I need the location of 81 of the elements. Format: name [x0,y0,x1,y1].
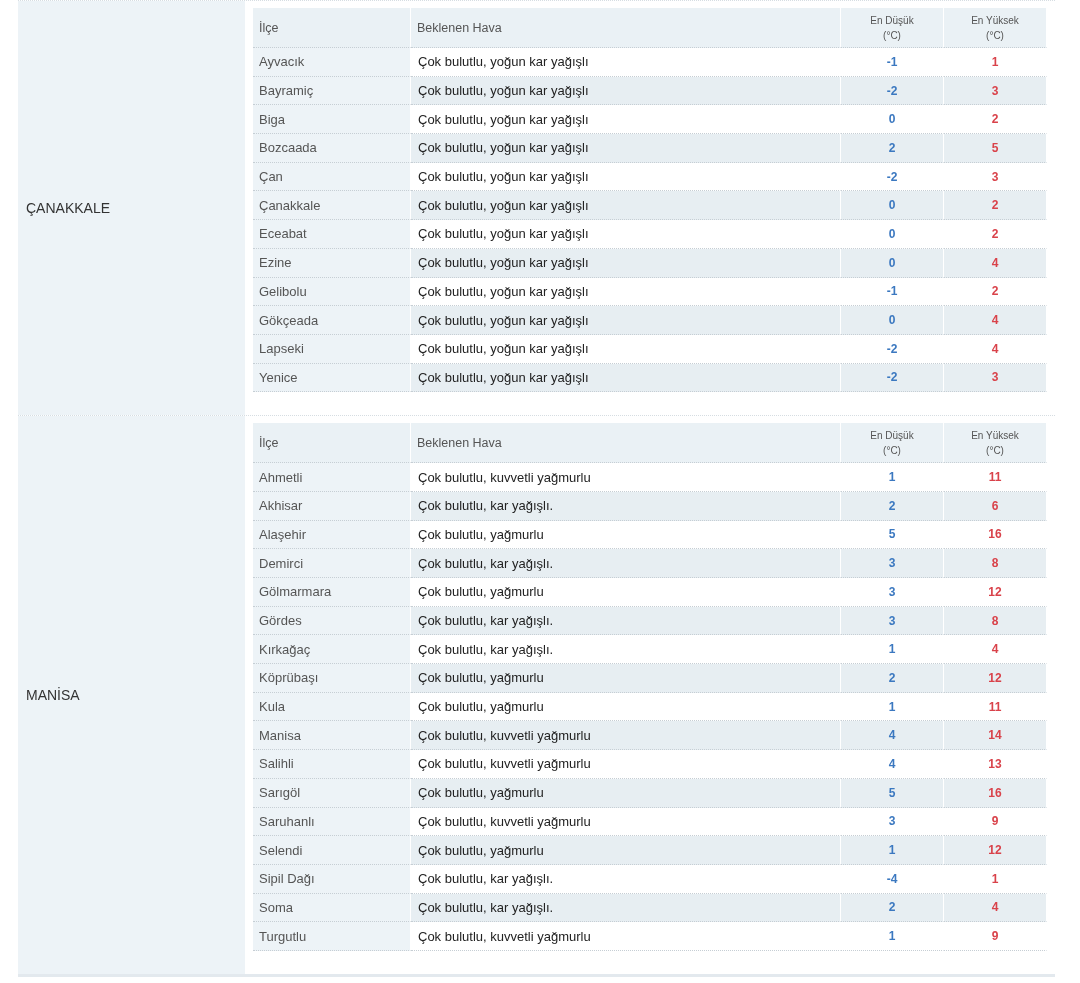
table-cell: 5 [944,134,1047,163]
column-header: Beklenen Hava [411,423,841,464]
table-cell: Köprübaşı [253,664,411,693]
table-cell: Çok bulutlu, yoğun kar yağışlı [411,76,841,106]
table-cell: 6 [944,491,1047,521]
table-cell: -2 [841,76,944,106]
table-cell: Çok bulutlu, yoğun kar yağışlı [411,248,841,278]
table-cell: 16 [944,778,1047,808]
table-cell: Gördes [253,606,411,636]
table-cell: Sipil Dağı [253,864,411,894]
table-cell: Bozcaada [253,134,411,163]
table-cell: Biga [253,105,411,135]
column-header: İlçe [253,8,411,48]
table-cell: Ayvacık [253,48,411,77]
table-cell: Çok bulutlu, kar yağışlı. [411,606,841,636]
table-cell: Çan [253,162,411,192]
table-cell: 5 [841,778,944,808]
table-cell: Çok bulutlu, kuvvetli yağmurlu [411,721,841,751]
table-cell: 4 [944,893,1047,923]
table-cell: Çok bulutlu, yoğun kar yağışlı [411,363,841,393]
table-cell: 1 [841,836,944,865]
table-cell: Turgutlu [253,922,411,951]
table-cell: Selendi [253,836,411,865]
table-cell: Çok bulutlu, kar yağışlı. [411,893,841,923]
column-header: İlçe [253,423,411,464]
table-cell: Demirci [253,549,411,578]
table-cell: 2 [841,664,944,693]
table-cell: 0 [841,248,944,278]
column-header: En Düşük (°C) [841,8,944,48]
table-cell: Ahmetli [253,463,411,492]
table-cell: Saruhanlı [253,807,411,837]
table-cell: 0 [841,306,944,335]
table-cell: 2 [841,893,944,923]
table-cell: Bayramiç [253,76,411,106]
table-cell: Salihli [253,750,411,779]
table-cell: Kırkağaç [253,635,411,665]
province-cell: MANİSA [18,416,245,974]
table-cell: 4 [944,248,1047,278]
table-cell: Soma [253,893,411,923]
table-cell: 0 [841,191,944,221]
table-cell: Akhisar [253,491,411,521]
table-cell: Gölmarmara [253,578,411,607]
table-cell: Çok bulutlu, yoğun kar yağışlı [411,191,841,221]
table-cell: 3 [841,606,944,636]
table-cell: 2 [841,491,944,521]
table-cell: Çanakkale [253,191,411,221]
table-cell: 12 [944,836,1047,865]
table-cell: Gelibolu [253,277,411,307]
column-header: En Yüksek (°C) [944,8,1047,48]
table-cell: -2 [841,363,944,393]
table-cell: Çok bulutlu, yoğun kar yağışlı [411,306,841,335]
table-cell: 4 [841,721,944,751]
table-cell: 4 [944,306,1047,335]
table-cell: 3 [944,76,1047,106]
table-cell: 8 [944,606,1047,636]
table-cell: Ezine [253,248,411,278]
table-cell: Gökçeada [253,306,411,335]
table-cell: Alaşehir [253,520,411,550]
table-cell: Çok bulutlu, yağmurlu [411,836,841,865]
table-cell: Çok bulutlu, yağmurlu [411,664,841,693]
column-header: En Yüksek (°C) [944,423,1047,464]
table-cell: Çok bulutlu, yağmurlu [411,778,841,808]
table-cell: 3 [944,363,1047,393]
table-cell: 14 [944,721,1047,751]
table-cell: Çok bulutlu, kar yağışlı. [411,549,841,578]
column-header: En Düşük (°C) [841,423,944,464]
province-cell: ÇANAKKALE [18,1,245,416]
table-cell: Çok bulutlu, kar yağışlı. [411,491,841,521]
table-cell: 12 [944,664,1047,693]
table-cell: Eceabat [253,220,411,249]
table-cell: Lapseki [253,334,411,364]
table-cell: Sarıgöl [253,778,411,808]
table-cell: 3 [841,549,944,578]
table-cell: Kula [253,692,411,722]
table-cell: 8 [944,549,1047,578]
table-cell: 2 [944,191,1047,221]
column-header: Beklenen Hava [411,8,841,48]
table-cell: Çok bulutlu, yoğun kar yağışlı [411,134,841,163]
table-cell: Yenice [253,363,411,393]
table-cell: Manisa [253,721,411,751]
table-cell: 2 [841,134,944,163]
